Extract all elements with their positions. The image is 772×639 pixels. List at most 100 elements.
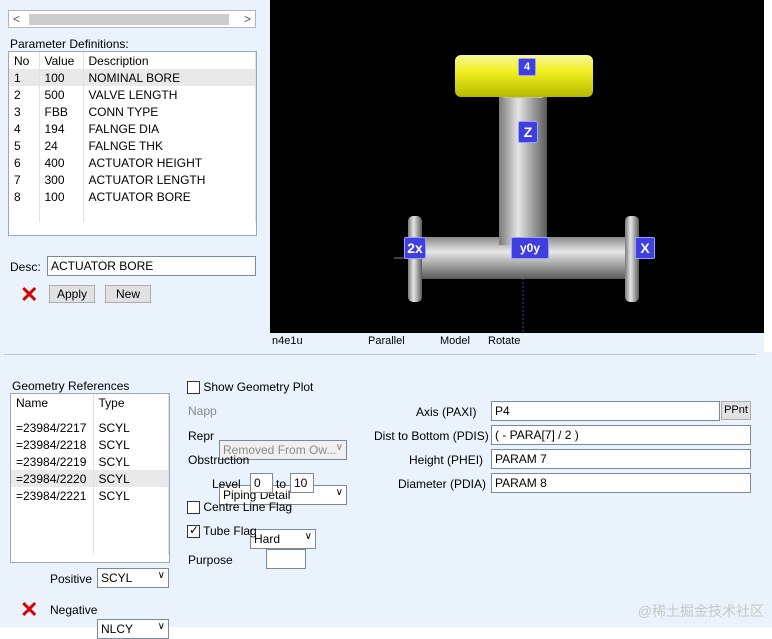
table-row-empty[interactable] (11, 504, 169, 521)
table-row[interactable]: 6 400 ACTUATOR HEIGHT (9, 154, 256, 171)
cell-desc: CONN TYPE (83, 103, 256, 120)
cell-value: 100 (39, 188, 84, 205)
level-from-input[interactable]: 0 (250, 473, 273, 493)
col-no[interactable]: No (9, 52, 40, 69)
show-plot-checkbox[interactable] (187, 381, 200, 395)
scroll-left-icon[interactable]: < (13, 12, 20, 26)
col-name[interactable]: Name (11, 394, 94, 411)
cell-type: SCYL (93, 436, 169, 453)
chevron-down-icon: ∨ (304, 531, 312, 542)
table-row[interactable]: 8 100 ACTUATOR BORE (9, 188, 256, 205)
table-row[interactable]: =23984/2218 SCYL (11, 436, 169, 453)
chevron-down-icon: ∨ (335, 487, 343, 498)
positive-select[interactable]: SCYL ∨ (97, 568, 169, 588)
obstruction-select[interactable]: Hard ∨ (250, 529, 316, 549)
dist-label: Dist to Bottom (PDIS) (374, 429, 489, 443)
cell-value: 100 (39, 69, 84, 86)
delete-icon[interactable]: ✕ (20, 284, 38, 306)
cell-type: SCYL (93, 453, 169, 470)
cell-desc: ACTUATOR HEIGHT (83, 154, 256, 171)
table-row[interactable]: =23984/2220 SCYL (11, 470, 169, 487)
table-row[interactable]: 5 24 FALNGE THK (9, 137, 256, 154)
param-defs-table[interactable]: No Value Description 1 100 NOMINAL BORE 25… (8, 51, 257, 236)
obstruction-label: Obstruction (188, 453, 250, 467)
cell-name: =23984/2220 (11, 470, 94, 487)
table-row-empty[interactable] (11, 538, 169, 555)
height-input[interactable]: PARAM 7 (491, 449, 751, 469)
marker-left[interactable]: 2x (404, 237, 426, 259)
cell-name: =23984/2219 (11, 453, 94, 470)
tube-flag-checkbox[interactable]: ✓ (187, 523, 200, 539)
horizontal-scrollbar[interactable]: < > (8, 10, 256, 28)
diameter-label: Diameter (PDIA) (398, 477, 487, 491)
axis-x-marker[interactable]: X (635, 237, 655, 259)
col-type[interactable]: Type (93, 394, 169, 411)
valve-model-icon (394, 55, 639, 333)
purpose-input[interactable] (266, 549, 306, 569)
cell-no: 1 (9, 69, 40, 86)
cell-value: 194 (39, 120, 84, 137)
table-row[interactable]: 1 100 NOMINAL BORE (9, 69, 256, 86)
ppnt-button[interactable]: PPnt (721, 401, 751, 420)
delete-geometry-icon[interactable]: ✕ (20, 599, 38, 621)
marker-top[interactable]: 4 (518, 58, 536, 76)
cell-value: 24 (39, 137, 84, 154)
cell-no: 8 (9, 188, 40, 205)
axis-z-marker[interactable]: Z (518, 121, 538, 143)
dist-input[interactable]: ( - PARA[7] / 2 ) (491, 425, 751, 445)
cell-no: 7 (9, 171, 40, 188)
cell-no: 2 (9, 86, 40, 103)
param-defs-header: No Value Description (9, 52, 256, 69)
scroll-thumb[interactable] (29, 14, 229, 25)
cell-desc: ACTUATOR BORE (83, 188, 256, 205)
cell-value: 400 (39, 154, 84, 171)
height-label: Height (PHEI) (409, 453, 484, 467)
geometry-refs-title: Geometry References (12, 379, 130, 393)
centre-line-row[interactable]: Centre Line Flag (187, 500, 292, 515)
cell-no: 5 (9, 137, 40, 154)
table-row[interactable]: 2 500 VALVE LENGTH (9, 86, 256, 103)
axis-input[interactable]: P4 (491, 401, 720, 421)
status-mode[interactable]: Model (440, 335, 470, 347)
show-plot-row[interactable]: Show Geometry Plot (187, 380, 313, 395)
cell-desc: FALNGE DIA (83, 120, 256, 137)
repr-label: Repr (188, 429, 215, 443)
negative-label: Negative (50, 603, 98, 617)
negative-select[interactable]: NLCY ∨ (97, 619, 169, 639)
obstruction-value: Hard (254, 532, 281, 546)
geometry-refs-table[interactable]: Name Type =23984/2217 SCYL =23984/2218 SCY… (10, 393, 170, 563)
centre-line-checkbox[interactable] (187, 501, 200, 515)
tube-flag-label: Tube Flag (203, 524, 257, 538)
level-to-label: to (276, 477, 287, 491)
status-action[interactable]: Rotate (488, 335, 520, 347)
table-row[interactable]: =23984/2217 SCYL (11, 419, 169, 436)
col-description[interactable]: Description (83, 52, 256, 69)
3d-viewport[interactable]: 4 Z 2x y0y X (270, 0, 764, 333)
scroll-right-icon[interactable]: > (244, 12, 251, 26)
cell-no: 3 (9, 103, 40, 120)
col-value[interactable]: Value (39, 52, 84, 69)
diameter-input[interactable]: PARAM 8 (491, 473, 751, 493)
status-projection[interactable]: Parallel (368, 335, 405, 347)
table-row[interactable]: 3 FBB CONN TYPE (9, 103, 256, 120)
apply-button[interactable]: Apply (49, 285, 95, 303)
new-button[interactable]: New (105, 285, 151, 303)
table-row[interactable]: =23984/2219 SCYL (11, 453, 169, 470)
table-row-empty[interactable] (9, 205, 256, 222)
table-row[interactable] (11, 411, 169, 419)
table-row[interactable]: =23984/2221 SCYL (11, 487, 169, 504)
chevron-down-icon: ∨ (335, 442, 343, 453)
marker-center[interactable]: y0y (511, 237, 549, 259)
table-row[interactable]: 4 194 FALNGE DIA (9, 120, 256, 137)
table-row[interactable]: 7 300 ACTUATOR LENGTH (9, 171, 256, 188)
level-to-input[interactable]: 10 (290, 473, 314, 493)
tube-flag-row[interactable]: ✓ Tube Flag (187, 523, 257, 539)
cell-type: SCYL (93, 470, 169, 487)
table-row-empty[interactable] (11, 521, 169, 538)
desc-input[interactable]: ACTUATOR BORE (47, 256, 256, 276)
cell-name: =23984/2221 (11, 487, 94, 504)
cell-no: 4 (9, 120, 40, 137)
cell-no: 6 (9, 154, 40, 171)
positive-value: SCYL (101, 571, 133, 585)
cell-type: SCYL (93, 487, 169, 504)
